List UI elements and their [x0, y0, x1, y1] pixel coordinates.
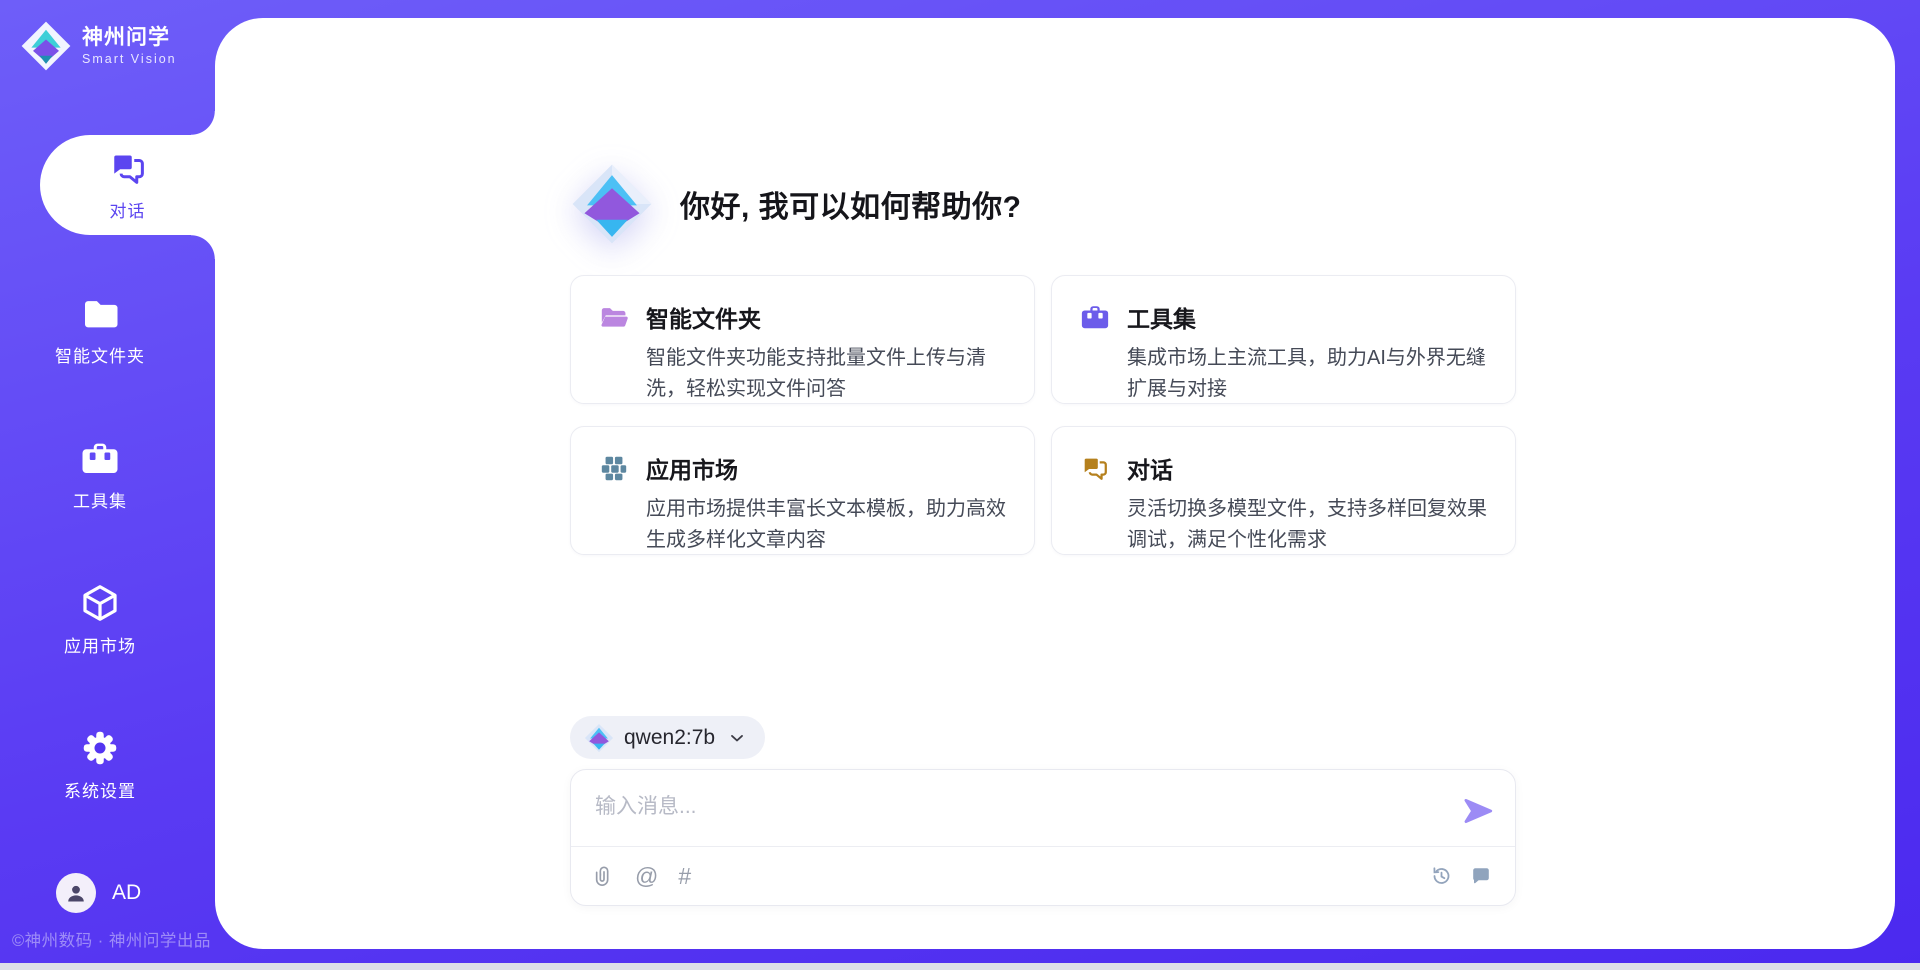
card-description: 灵活切换多模型文件，支持多样回复效果调试，满足个性化需求 [1127, 494, 1487, 556]
gem-logo-icon [20, 20, 72, 72]
app-logo: 神州问学 Smart Vision [20, 20, 177, 72]
footer-credit: ©神州数码 · 神州问学出品 [12, 927, 222, 951]
greeting-title: 你好, 我可以如何帮助你? [680, 182, 1022, 226]
content-column: 你好, 我可以如何帮助你? 智能文件夹 智能文件夹功能支持批量文件上传与清洗，轻… [570, 18, 1516, 949]
message-icon [1469, 864, 1493, 888]
bottom-edge-strip [0, 963, 1920, 970]
send-button[interactable] [1461, 794, 1495, 828]
cube-icon [80, 583, 120, 623]
sidebar-item-label: 应用市场 [64, 632, 136, 657]
model-name: qwen2:7b [624, 726, 715, 750]
hash-icon: # [678, 865, 691, 888]
card-description: 集成市场上主流工具，助力AI与外界无缝扩展与对接 [1127, 343, 1487, 405]
card-title: 智能文件夹 [646, 300, 761, 334]
card-chat[interactable]: 对话 灵活切换多模型文件，支持多样回复效果调试，满足个性化需求 [1051, 426, 1516, 555]
card-title: 工具集 [1127, 300, 1196, 334]
card-description: 应用市场提供丰富长文本模板，助力高效生成多样化文章内容 [646, 494, 1006, 556]
composer-toolbar: @ # [571, 846, 1515, 905]
user-name: AD [112, 881, 141, 905]
sidebar-nav: 对话 智能文件夹 工具集 应用市场 [0, 135, 215, 860]
user-avatar-icon [63, 880, 89, 906]
message-input[interactable] [593, 788, 1427, 842]
sidebar-item-label: 工具集 [73, 487, 127, 512]
main-panel: 你好, 我可以如何帮助你? 智能文件夹 智能文件夹功能支持批量文件上传与清洗，轻… [215, 18, 1895, 949]
message-composer: @ # [570, 769, 1516, 906]
gem-logo-icon [570, 162, 654, 246]
topic-button[interactable]: # [678, 865, 691, 888]
folder-icon [80, 293, 120, 333]
send-icon [1461, 794, 1495, 828]
history-button[interactable] [1429, 864, 1453, 888]
briefcase-icon [1080, 302, 1110, 332]
chat-bubbles-icon [1080, 453, 1110, 483]
sidebar-item-app-market[interactable]: 应用市场 [0, 570, 200, 670]
card-app-market[interactable]: 应用市场 应用市场提供丰富长文本模板，助力高效生成多样化文章内容 [570, 426, 1035, 555]
card-title: 应用市场 [646, 451, 738, 485]
conversation-button[interactable] [1469, 864, 1493, 888]
app-subtitle: Smart Vision [82, 52, 177, 66]
chevron-down-icon [727, 728, 747, 748]
mention-button[interactable]: @ [635, 865, 658, 888]
model-selector-row: qwen2:7b [570, 716, 765, 759]
user-account[interactable]: AD [56, 873, 141, 913]
card-description: 智能文件夹功能支持批量文件上传与清洗，轻松实现文件问答 [646, 343, 1006, 405]
avatar [56, 873, 96, 913]
gear-icon [80, 728, 120, 768]
greeting-block: 你好, 我可以如何帮助你? [570, 162, 1022, 246]
card-title: 对话 [1127, 451, 1173, 485]
cube-grid-icon [599, 453, 629, 483]
attach-file-button[interactable] [593, 865, 615, 887]
folder-open-icon [599, 302, 629, 332]
sidebar-item-label: 系统设置 [64, 777, 136, 802]
card-smart-folder[interactable]: 智能文件夹 智能文件夹功能支持批量文件上传与清洗，轻松实现文件问答 [570, 275, 1035, 404]
sidebar-item-chat[interactable]: 对话 [40, 135, 215, 235]
sidebar-item-toolset[interactable]: 工具集 [0, 425, 200, 525]
feature-cards: 智能文件夹 智能文件夹功能支持批量文件上传与清洗，轻松实现文件问答 工具集 集成… [570, 275, 1516, 555]
model-selector[interactable]: qwen2:7b [570, 716, 765, 759]
chat-bubbles-icon [108, 148, 148, 188]
sidebar-item-label: 智能文件夹 [55, 342, 145, 367]
sidebar-item-smart-folder[interactable]: 智能文件夹 [0, 280, 200, 380]
sidebar: 神州问学 Smart Vision 对话 智能文件夹 工具集 [0, 0, 215, 963]
app-title: 神州问学 [82, 26, 177, 50]
gem-icon [584, 723, 614, 753]
briefcase-icon [80, 438, 120, 478]
card-toolset[interactable]: 工具集 集成市场上主流工具，助力AI与外界无缝扩展与对接 [1051, 275, 1516, 404]
at-icon: @ [635, 865, 658, 888]
sidebar-item-label: 对话 [110, 197, 146, 222]
history-icon [1429, 864, 1453, 888]
sidebar-item-settings[interactable]: 系统设置 [0, 715, 200, 815]
paperclip-icon [593, 865, 615, 887]
